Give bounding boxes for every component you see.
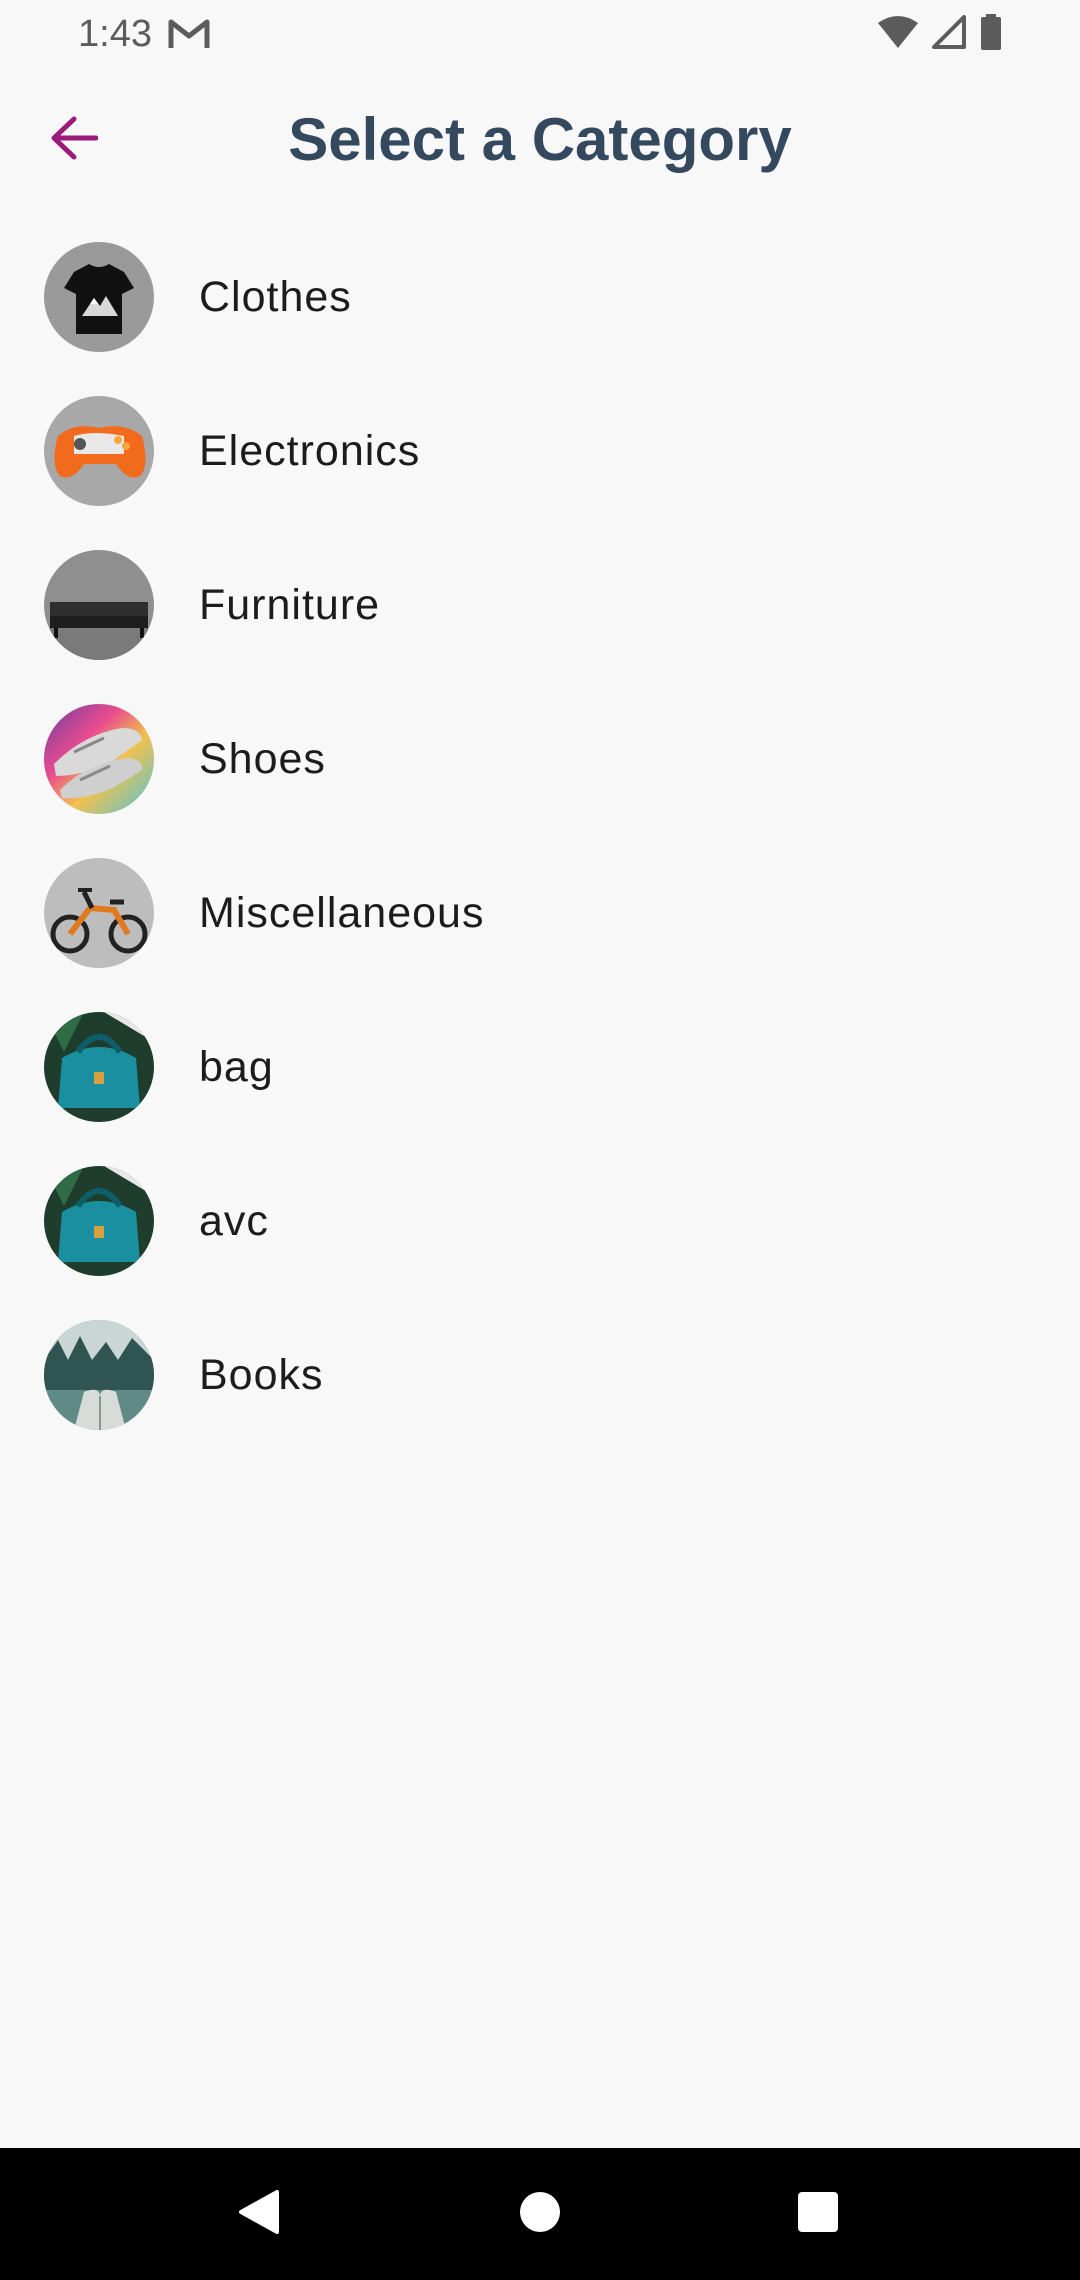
t-shirt-photo (44, 242, 154, 352)
category-label: Electronics (199, 426, 421, 475)
status-icons (878, 13, 1002, 55)
app-bar: Select a Category (0, 68, 1080, 216)
list-item-clothes[interactable]: Clothes (0, 220, 1080, 374)
nav-home-button[interactable] (510, 2184, 570, 2244)
back-triangle-icon (235, 2188, 281, 2241)
list-item-books[interactable]: Books (0, 1298, 1080, 1452)
nav-back-button[interactable] (228, 2184, 288, 2244)
teal-handbag-photo (44, 1166, 154, 1276)
list-item-shoes[interactable]: Shoes (0, 682, 1080, 836)
status-time: 1:43 (78, 13, 152, 55)
e-bike-photo (44, 858, 154, 968)
gmail-icon (168, 18, 210, 50)
battery-icon (980, 13, 1002, 55)
cell-signal-icon (932, 14, 966, 54)
list-item-avc[interactable]: avc (0, 1144, 1080, 1298)
category-list: Clothes Electronics Furniture Shoes Misc… (0, 220, 1080, 1452)
list-item-furniture[interactable]: Furniture (0, 528, 1080, 682)
category-label: Clothes (199, 272, 352, 321)
category-label: avc (199, 1196, 269, 1245)
home-circle-icon (518, 2190, 562, 2239)
list-item-bag[interactable]: bag (0, 990, 1080, 1144)
category-label: Miscellaneous (199, 888, 485, 937)
nav-recents-button[interactable] (788, 2184, 848, 2244)
open-book-forest-photo (44, 1320, 154, 1430)
category-label: bag (199, 1042, 274, 1091)
category-label: Shoes (199, 734, 326, 783)
list-item-miscellaneous[interactable]: Miscellaneous (0, 836, 1080, 990)
category-label: Furniture (199, 580, 381, 629)
sneakers-photo (44, 704, 154, 814)
recents-square-icon (797, 2191, 839, 2238)
screen: 1:43 Select a Category Clothes Electroni… (0, 0, 1080, 2280)
wifi-icon (878, 15, 918, 54)
status-bar: 1:43 (0, 0, 1080, 68)
game-controller-photo (44, 396, 154, 506)
category-label: Books (199, 1350, 324, 1399)
teal-handbag-photo (44, 1012, 154, 1122)
page-title: Select a Category (288, 106, 792, 173)
sofa-photo (44, 550, 154, 660)
system-nav-bar (0, 2148, 1080, 2280)
list-item-electronics[interactable]: Electronics (0, 374, 1080, 528)
